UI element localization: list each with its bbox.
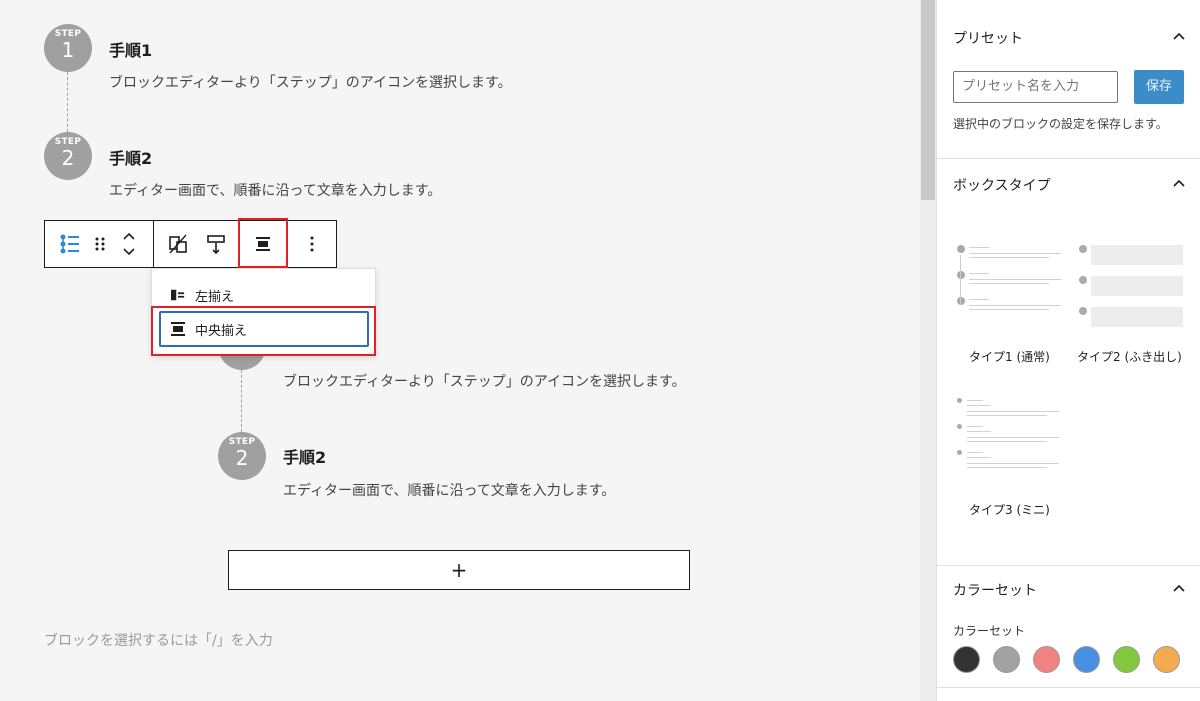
step-badge-number: 2 [61,146,75,170]
box-type-option-2[interactable] [1075,239,1189,333]
step-connector-line [241,370,242,432]
style-icon [207,235,225,255]
menu-item-highlight [151,306,376,356]
panel-title[interactable]: プリセット [953,28,1023,48]
box-type-option-1[interactable] [953,239,1067,333]
default-block-placeholder[interactable]: ブロックを選択するには「/」を入力 [44,630,273,650]
step-text[interactable]: エディター画面で、順番に沿って文章を入力します。 [109,180,441,200]
color-swatch[interactable] [1113,646,1140,673]
box-type-label[interactable]: タイプ3 (ミニ) [969,501,1050,518]
align-left-icon [171,289,185,301]
box-type-panel: ボックスタイプ タイプ1 (通常) タイプ2 (ふき出し) タイプ3 (ミニ) [937,159,1200,566]
align-button-highlight [238,218,288,268]
step-text[interactable]: ブロックエディターより「ステップ」のアイコンを選択します。 [283,371,686,391]
editor-canvas: STEP 1 手順1 ブロックエディターより「ステップ」のアイコンを選択します。… [0,0,920,701]
editor-scrollbar[interactable] [920,0,936,701]
step-title[interactable]: 手順2 [109,145,152,169]
chevron-up-icon[interactable] [1171,29,1187,45]
move-up-down-button[interactable] [115,221,143,267]
step-text[interactable]: ブロックエディターより「ステップ」のアイコンを選択します。 [109,72,512,92]
step-badge: STEP 2 [218,432,266,480]
preset-name-input[interactable]: プリセット名を入力 [953,71,1118,103]
panel-title[interactable]: ボックスタイプ [953,175,1051,195]
step-title[interactable]: 手順1 [109,37,152,61]
menu-item-label: 左揃え [195,289,235,305]
move-up-down-icon [123,232,135,256]
preset-help-text: 選択中のブロックの設定を保存します。 [953,117,1168,131]
preset-panel: プリセット プリセット名を入力 保存 選択中のブロックの設定を保存します。 [937,0,1200,159]
panel-title[interactable]: カラーセット [953,580,1037,600]
step-badge: STEP 2 [44,132,92,180]
chevron-up-icon[interactable] [1171,176,1187,192]
box-type-option-3[interactable] [953,394,1067,488]
step-text[interactable]: エディター画面で、順番に沿って文章を入力します。 [283,480,615,500]
drag-handle-button[interactable] [89,221,111,267]
plus-icon: + [450,558,468,582]
step-badge: STEP 1 [44,24,92,72]
drag-handle-icon [95,237,105,251]
box-type-label[interactable]: タイプ2 (ふき出し) [1077,348,1182,365]
box-type-label[interactable]: タイプ1 (通常) [969,348,1050,365]
step-connector-line [67,72,68,132]
color-swatch[interactable] [1033,646,1060,673]
preset-save-button[interactable]: 保存 [1134,70,1184,104]
step-title[interactable]: 手順2 [283,444,326,468]
chevron-up-icon[interactable] [1171,581,1187,597]
more-options-button[interactable] [295,221,329,267]
color-swatch[interactable] [953,646,980,673]
color-set-label: カラーセット [953,624,1026,638]
transform-button[interactable] [161,221,195,267]
step-badge-number: 2 [235,446,249,470]
scrollbar-thumb[interactable] [921,0,935,200]
color-swatch[interactable] [993,646,1020,673]
color-swatch[interactable] [1153,646,1180,673]
list-block-icon [60,234,79,254]
block-type-button[interactable] [51,221,89,267]
more-options-icon [310,236,314,252]
add-block-button[interactable]: + [228,550,690,590]
transform-icon [169,234,187,254]
block-toolbar [44,220,337,268]
toolbar-separator [153,221,154,267]
color-swatch[interactable] [1073,646,1100,673]
settings-sidebar: プリセット プリセット名を入力 保存 選択中のブロックの設定を保存します。 ボッ… [936,0,1200,701]
style-button[interactable] [199,221,233,267]
step-badge-number: 1 [61,38,75,62]
